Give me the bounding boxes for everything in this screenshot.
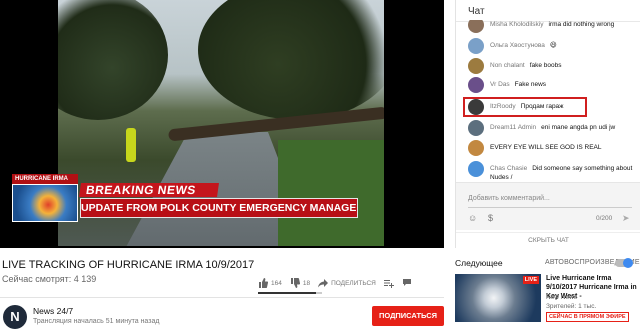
tree-canopy-left bbox=[58, 0, 168, 120]
add-to-playlist-button[interactable] bbox=[383, 279, 394, 288]
chat-author[interactable]: Ольга Хвостунова bbox=[490, 42, 545, 49]
live-chat: Чат Misha Kholodilskiy irma did nothing w… bbox=[455, 0, 640, 248]
chat-message: Misha Kholodilskiy irma did nothing wrong bbox=[468, 20, 638, 33]
chat-text: irma did nothing wrong bbox=[548, 21, 615, 28]
chat-author[interactable]: Chas Chasie bbox=[490, 165, 527, 172]
chat-author[interactable]: Dream11 Admin bbox=[490, 124, 536, 131]
breaking-news-banner: BREAKING NEWS bbox=[79, 183, 219, 197]
chat-title: Чат bbox=[468, 6, 485, 17]
like-count: 164 bbox=[271, 279, 282, 287]
chat-input-underline bbox=[468, 207, 632, 208]
chat-author[interactable]: Non chalant bbox=[490, 62, 525, 69]
emoji-icon[interactable]: ☺ bbox=[468, 213, 477, 223]
chat-message: Ольга Хвостунова 😃 bbox=[468, 38, 638, 54]
more-button[interactable] bbox=[402, 278, 412, 288]
hurricane-tag: HURRICANE IRMA bbox=[12, 174, 78, 184]
video-actions: 164 18 ПОДЕЛИТЬСЯ bbox=[258, 276, 420, 290]
video-title: LIVE TRACKING OF HURRICANE IRMA 10/9/201… bbox=[2, 259, 255, 271]
chat-message-body: Chas Chasie Did someone say something abo… bbox=[490, 161, 638, 180]
chat-message: EVERY EYE WILL SEE GOD IS REAL bbox=[468, 140, 638, 156]
chat-input[interactable]: Добавить комментарий... bbox=[468, 195, 550, 202]
share-icon bbox=[318, 278, 329, 287]
chat-message: Chas Chasie Did someone say something abo… bbox=[468, 161, 638, 180]
chat-text: EVERY EYE WILL SEE GOD IS REAL bbox=[490, 144, 602, 151]
chat-input-area: Добавить комментарий... ☺ $ 0/200 ➤ bbox=[456, 182, 640, 230]
like-ratio-fill bbox=[258, 292, 316, 294]
chat-header: Чат bbox=[456, 0, 640, 22]
subscribe-button[interactable]: ПОДПИСАТЬСЯ bbox=[372, 306, 444, 326]
chat-message: Non chalant fake boobs bbox=[468, 58, 638, 74]
chat-text: 😃 bbox=[549, 42, 557, 49]
up-next-thumbnail[interactable]: LIVE bbox=[455, 274, 541, 322]
more-icon bbox=[402, 279, 411, 286]
like-ratio-bar bbox=[258, 292, 322, 294]
chat-message: Vr Das Fake news bbox=[468, 77, 638, 93]
news-lower-third: HURRICANE IRMA BREAKING NEWS UPDATE FROM… bbox=[12, 174, 358, 224]
chat-user-avatar[interactable] bbox=[468, 77, 484, 93]
view-count: Сейчас смотрят: 4 139 bbox=[2, 274, 97, 284]
like-button[interactable]: 164 bbox=[258, 278, 282, 288]
chat-user-avatar[interactable] bbox=[468, 161, 484, 177]
chat-user-avatar[interactable] bbox=[468, 20, 484, 33]
up-next-viewers: Зрителей: 1 тыс. bbox=[546, 303, 597, 310]
up-next-channel: New News bbox=[546, 294, 578, 301]
video-player[interactable]: HURRICANE IRMA BREAKING NEWS UPDATE FROM… bbox=[0, 0, 444, 248]
share-button[interactable]: ПОДЕЛИТЬСЯ bbox=[318, 278, 376, 288]
chat-message-body: Vr Das Fake news bbox=[490, 77, 546, 89]
chat-text: Fake news bbox=[514, 81, 547, 88]
char-counter: 0/200 bbox=[596, 215, 613, 222]
thumbs-up-icon bbox=[259, 278, 268, 288]
share-label: ПОДЕЛИТЬСЯ bbox=[331, 279, 376, 287]
autoplay-toggle-knob bbox=[623, 258, 633, 268]
chat-message-body: Non chalant fake boobs bbox=[490, 58, 562, 70]
chat-text: eni mane angda pn udi jw bbox=[541, 124, 616, 131]
chat-message-body: EVERY EYE WILL SEE GOD IS REAL bbox=[490, 140, 602, 152]
add-to-playlist-icon bbox=[383, 279, 394, 288]
send-icon[interactable]: ➤ bbox=[622, 213, 630, 224]
highlighted-message-outline bbox=[463, 97, 587, 117]
super-chat-icon[interactable]: $ bbox=[488, 213, 493, 223]
chat-message-body: Ольга Хвостунова 😃 bbox=[490, 38, 557, 50]
divider bbox=[0, 297, 444, 298]
live-now-badge: СЕЙЧАС В ПРЯМОМ ЭФИРЕ bbox=[546, 312, 629, 322]
chat-author[interactable]: Vr Das bbox=[490, 81, 510, 88]
chat-message: Dream11 Admin eni mane angda pn udi jw bbox=[468, 120, 638, 136]
chat-user-avatar[interactable] bbox=[468, 140, 484, 156]
worker bbox=[126, 128, 136, 162]
channel-avatar[interactable]: N bbox=[3, 305, 27, 329]
chat-text: fake boobs bbox=[529, 62, 562, 69]
chat-user-avatar[interactable] bbox=[468, 58, 484, 74]
dislike-count: 18 bbox=[302, 279, 311, 287]
chat-author[interactable]: Misha Kholodilskiy bbox=[490, 21, 543, 28]
page: HURRICANE IRMA BREAKING NEWS UPDATE FROM… bbox=[0, 0, 640, 330]
headline-banner: UPDATE FROM POLK COUNTY EMERGENCY MANAGE… bbox=[80, 198, 358, 218]
hide-chat-button[interactable]: СКРЫТЬ ЧАТ bbox=[456, 232, 640, 248]
autoplay-toggle[interactable] bbox=[615, 258, 633, 268]
chat-message-body: Misha Kholodilskiy irma did nothing wrong bbox=[490, 20, 614, 29]
chat-user-avatar[interactable] bbox=[468, 38, 484, 54]
chat-user-avatar[interactable] bbox=[468, 120, 484, 136]
channel-name[interactable]: News 24/7 bbox=[33, 306, 73, 316]
thumbs-down-icon bbox=[290, 278, 300, 288]
up-next-label: Следующее bbox=[455, 258, 503, 268]
live-badge: LIVE bbox=[522, 276, 539, 284]
hurricane-radar-thumbnail bbox=[12, 184, 78, 222]
stream-start-time: Трансляция началась 51 минута назад bbox=[33, 318, 160, 325]
tree-canopy-right bbox=[198, 0, 384, 120]
chat-message-body: Dream11 Admin eni mane angda pn udi jw bbox=[490, 120, 615, 132]
dislike-button[interactable]: 18 bbox=[290, 278, 310, 288]
